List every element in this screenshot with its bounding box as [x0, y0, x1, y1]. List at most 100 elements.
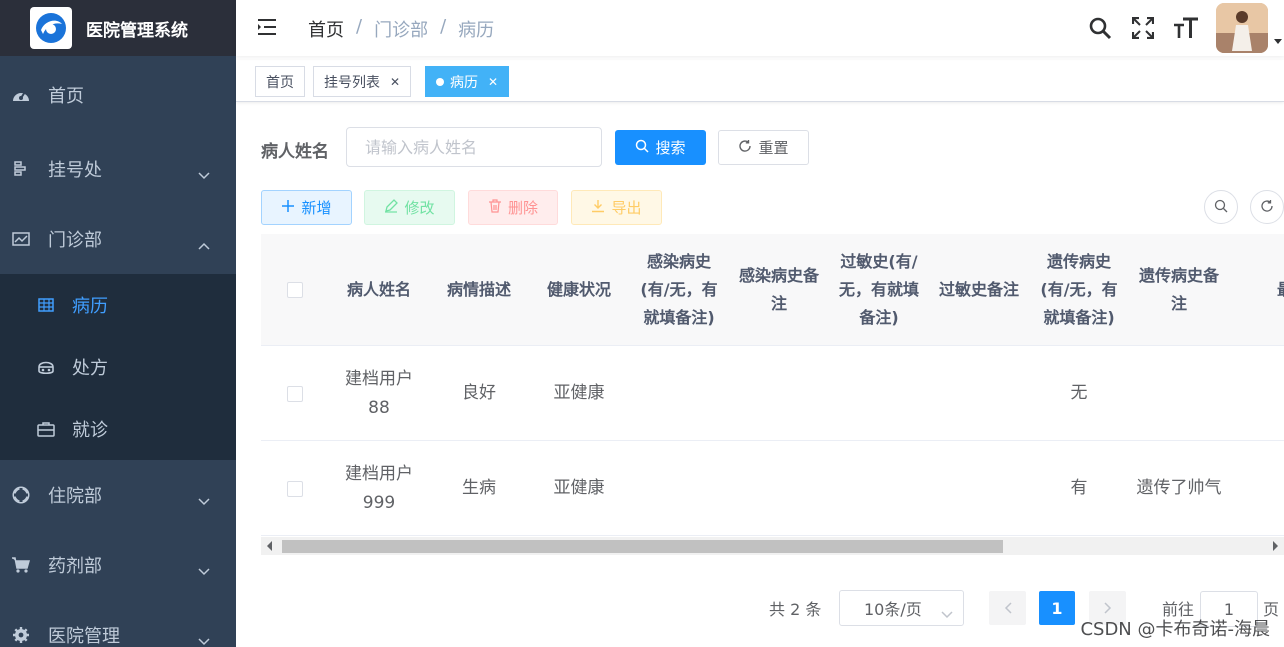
breadcrumb-clinic: 门诊部 — [374, 20, 429, 41]
breadcrumb-separator: / — [356, 16, 363, 37]
table-row[interactable]: 建档用户999 生病 亚健康 有 遗传了帅气 — [261, 441, 1284, 536]
tag-medical-record[interactable]: 病历 ✕ — [425, 66, 510, 97]
sidebar-item-clinic[interactable]: 门诊部 — [0, 204, 236, 274]
sidebar-item-label: 住院部 — [48, 486, 102, 507]
tag-register-list[interactable]: 挂号列表 ✕ — [313, 66, 412, 97]
column-header: 过敏史备注 — [938, 280, 1019, 299]
navbar: 首页 / 门诊部 / 病历 — [236, 0, 1284, 56]
search-button[interactable]: 搜索 — [615, 130, 706, 165]
sidebar-item-medical-record[interactable]: 病历 — [0, 274, 236, 336]
page-size-select[interactable]: 10条/页 — [839, 590, 964, 626]
add-button-label: 新增 — [301, 199, 332, 217]
delete-button-label: 删除 — [507, 199, 538, 217]
table-cell — [629, 441, 729, 536]
export-button[interactable]: 导出 — [571, 190, 662, 225]
sidebar: 医院管理系统 首页 挂号处 门诊部 病历 处方 就诊 住院部 药剂部 医院管理 — [0, 0, 236, 647]
navbar-right — [1087, 0, 1284, 56]
reset-button[interactable]: 重置 — [718, 130, 809, 165]
table-cell: 建档用户88 — [345, 368, 413, 418]
toggle-search-button[interactable] — [1204, 190, 1238, 224]
clinic-icon — [10, 228, 32, 250]
table-row[interactable]: 建档用户88 良好 亚健康 无 — [261, 346, 1284, 441]
export-button-label: 导出 — [611, 199, 642, 217]
refresh-table-button[interactable] — [1250, 190, 1284, 224]
tag-label: 首页 — [266, 74, 294, 91]
sidebar-item-label: 医院管理 — [48, 626, 120, 647]
table-cell: 亚健康 — [553, 383, 605, 403]
table-cell — [829, 441, 929, 536]
breadcrumb-home[interactable]: 首页 — [308, 16, 344, 42]
font-size-icon[interactable] — [1173, 15, 1199, 41]
tag-label: 挂号列表 — [324, 74, 380, 91]
scrollbar-thumb[interactable] — [282, 540, 1003, 553]
table-cell: 良好 — [462, 383, 496, 403]
table-cell — [829, 346, 929, 441]
table-cell: 无 — [1070, 383, 1088, 403]
close-icon[interactable]: ✕ — [488, 75, 498, 89]
column-header: 病人姓名 — [346, 280, 411, 299]
edit-icon — [384, 198, 399, 217]
horizontal-scrollbar[interactable] — [261, 537, 1284, 555]
chevron-down-icon — [198, 164, 210, 185]
logo-bar[interactable]: 医院管理系统 — [0, 0, 236, 56]
sidebar-item-prescription[interactable]: 处方 — [0, 336, 236, 398]
sidebar-item-hospital-admin[interactable]: 医院管理 — [0, 600, 236, 647]
sidebar-item-register[interactable]: 挂号处 — [0, 134, 236, 204]
refresh-icon — [1260, 198, 1274, 217]
dashboard-icon — [10, 84, 32, 106]
column-header: 过敏史(有/无，有就填备注) — [838, 252, 919, 327]
row-select-cell — [261, 441, 329, 536]
patient-name-label: 病人姓名 — [261, 142, 329, 162]
sidebar-item-visit[interactable]: 就诊 — [0, 398, 236, 460]
page-size-value: 10条/页 — [864, 600, 922, 619]
sidebar-submenu-clinic: 病历 处方 就诊 — [0, 274, 236, 460]
close-icon[interactable]: ✕ — [390, 75, 400, 89]
chevron-left-icon — [1004, 599, 1012, 618]
table-cell: 遗传了帅气 — [1136, 478, 1222, 498]
row-checkbox[interactable] — [287, 480, 303, 497]
hamburger-icon[interactable] — [256, 16, 280, 40]
page-number-current[interactable]: 1 — [1039, 591, 1075, 625]
table-cell — [1129, 346, 1229, 441]
tag-home[interactable]: 首页 — [255, 66, 305, 97]
avatar[interactable] — [1216, 3, 1268, 53]
column-header: 遗传病史(有/无，有就填备注) — [1040, 252, 1118, 327]
column-header: 病情描述 — [446, 280, 511, 299]
edit-button-label: 修改 — [404, 199, 435, 217]
table-cell — [929, 441, 1029, 536]
delete-button[interactable]: 删除 — [468, 190, 558, 225]
search-button-label: 搜索 — [655, 139, 686, 157]
scroll-right-icon[interactable] — [1273, 541, 1278, 551]
gear-icon — [10, 624, 32, 646]
search-icon[interactable] — [1087, 15, 1113, 41]
logo-icon — [30, 7, 72, 49]
scroll-left-icon[interactable] — [267, 541, 272, 551]
chevron-down-icon — [941, 604, 953, 623]
sidebar-item-pharmacy[interactable]: 药剂部 — [0, 530, 236, 600]
table-cell — [1229, 441, 1284, 536]
app-title: 医院管理系统 — [86, 20, 188, 41]
prev-page-button[interactable] — [989, 591, 1026, 625]
prescription-icon — [36, 357, 56, 377]
table-cell — [629, 346, 729, 441]
edit-button[interactable]: 修改 — [364, 190, 455, 225]
table-cell: 亚健康 — [553, 478, 605, 498]
add-button[interactable]: 新增 — [261, 190, 352, 225]
column-header: 感染病史(有/无，有就填备注) — [640, 252, 718, 327]
chevron-down-icon — [198, 630, 210, 647]
refresh-icon — [738, 139, 752, 157]
table-cell — [729, 346, 829, 441]
pagination-total: 共 2 条 — [769, 600, 822, 619]
sidebar-item-home[interactable]: 首页 — [0, 56, 236, 134]
patient-name-input[interactable] — [346, 127, 602, 167]
sidebar-item-label: 首页 — [48, 86, 84, 107]
select-all-checkbox[interactable] — [287, 282, 303, 298]
caret-down-icon[interactable] — [1274, 38, 1282, 44]
table-cell — [1229, 346, 1284, 441]
row-checkbox[interactable] — [287, 385, 303, 402]
register-icon — [10, 158, 32, 180]
sidebar-item-label: 药剂部 — [48, 556, 102, 577]
sidebar-item-inpatient[interactable]: 住院部 — [0, 460, 236, 530]
chevron-down-icon — [198, 560, 210, 581]
fullscreen-icon[interactable] — [1130, 15, 1156, 41]
